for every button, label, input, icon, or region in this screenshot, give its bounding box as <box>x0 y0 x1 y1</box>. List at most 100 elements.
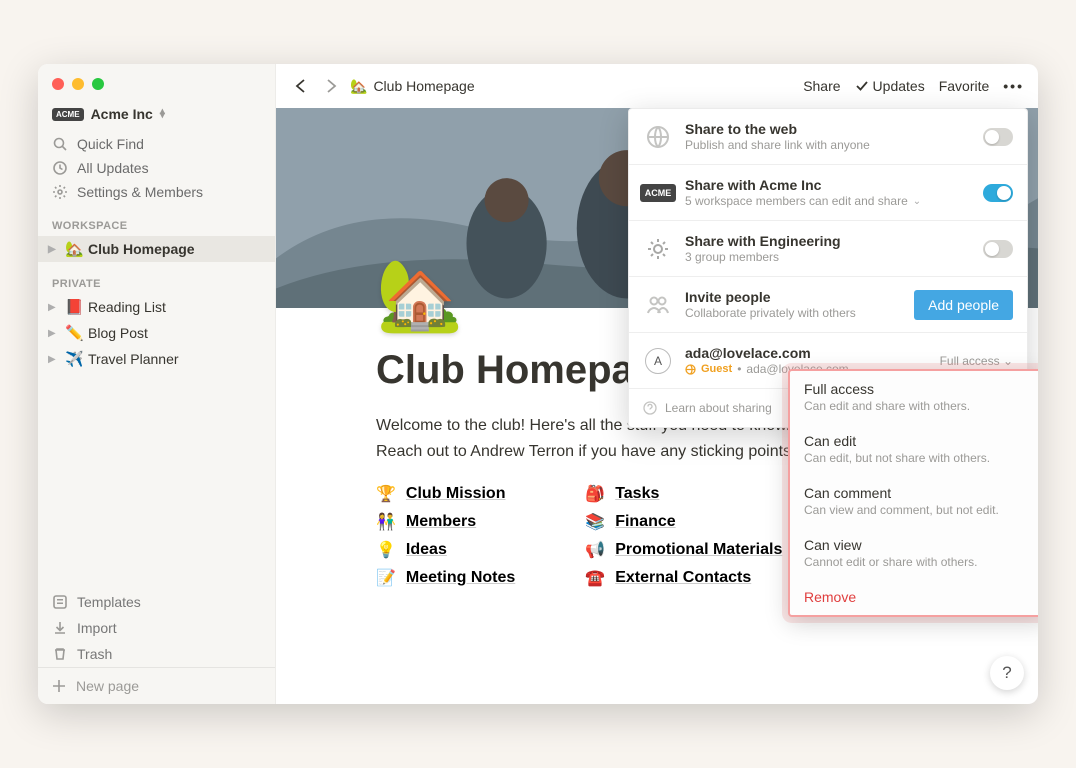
chevron-updown-icon: ▴▾ <box>160 110 165 118</box>
chevron-right-icon[interactable]: ▶ <box>48 302 60 313</box>
page-link-meeting-notes[interactable]: 📝Meeting Notes <box>376 568 515 588</box>
minimize-window-icon[interactable] <box>72 78 84 90</box>
share-row-sub[interactable]: 5 workspace members can edit and share ⌄ <box>685 194 971 208</box>
plus-icon <box>52 679 66 693</box>
link-label: Promotional Materials <box>615 541 782 559</box>
page-emoji-icon: 📕 <box>65 298 83 316</box>
favorite-button[interactable]: Favorite <box>939 78 990 94</box>
link-label: Meeting Notes <box>406 569 515 587</box>
link-emoji-icon: 👫 <box>376 512 396 532</box>
page-link-members[interactable]: 👫 Members <box>376 512 515 532</box>
share-row-title: Share with Engineering <box>685 233 971 249</box>
new-page-button[interactable]: New page <box>38 667 275 704</box>
page-label: Travel Planner <box>88 351 179 367</box>
nav-back-button[interactable] <box>290 75 312 97</box>
sidebar-item-label: Quick Find <box>77 136 144 152</box>
sidebar: ACME Acme Inc ▴▾ Quick Find All Updates … <box>38 64 276 704</box>
sidebar-templates[interactable]: Templates <box>38 589 275 615</box>
app-window: ACME Acme Inc ▴▾ Quick Find All Updates … <box>38 64 1038 704</box>
sidebar-settings[interactable]: Settings & Members <box>38 180 275 204</box>
workspace-name: Acme Inc <box>91 106 153 122</box>
workspace-switcher[interactable]: ACME Acme Inc ▴▾ <box>38 104 275 132</box>
access-option-remove[interactable]: Remove <box>790 579 1038 615</box>
page-link-promotional-materials[interactable]: 📢 Promotional Materials <box>585 540 782 560</box>
link-label: Members <box>406 513 476 531</box>
share-row-title: Invite people <box>685 289 902 305</box>
access-option-can-comment[interactable]: Can comment Can view and comment, but no… <box>790 475 1038 527</box>
help-button[interactable]: ? <box>990 656 1024 690</box>
sidebar-item-label: Trash <box>77 646 112 662</box>
sidebar-trash[interactable]: Trash <box>38 641 275 667</box>
breadcrumb-label: Club Homepage <box>373 78 474 94</box>
link-label: Tasks <box>615 485 659 503</box>
topbar: 🏡 Club Homepage Share Updates Favorite •… <box>276 64 1038 108</box>
share-row-sub: Publish and share link with anyone <box>685 138 971 152</box>
page-label: Blog Post <box>88 325 148 341</box>
share-group-toggle[interactable] <box>983 240 1013 258</box>
sidebar-item-label: Import <box>77 620 117 636</box>
sidebar-footer: Templates Import Trash New page <box>38 589 275 704</box>
nav-forward-button[interactable] <box>320 75 342 97</box>
page-row-blog-post[interactable]: ▶ ✏️ Blog Post <box>38 320 275 346</box>
page-emoji-icon: 🏡 <box>65 240 83 258</box>
link-label: Club Mission <box>406 485 506 503</box>
page-label: Club Homepage <box>88 241 195 257</box>
new-page-label: New page <box>76 678 139 694</box>
share-row-sub: Collaborate privately with others <box>685 306 902 320</box>
workspace-icon: ACME <box>643 178 673 208</box>
workspace-icon: ACME <box>52 108 84 121</box>
main-area: 🏡 Club Homepage Share Updates Favorite •… <box>276 64 1038 704</box>
updates-button[interactable]: Updates <box>855 78 925 94</box>
clock-icon <box>52 160 68 176</box>
share-to-web-toggle[interactable] <box>983 128 1013 146</box>
page-emoji-icon: ✈️ <box>65 350 83 368</box>
share-workspace-toggle[interactable] <box>983 184 1013 202</box>
add-people-button[interactable]: Add people <box>914 290 1013 320</box>
access-option-sub: Can view and comment, but not edit. <box>804 503 1032 517</box>
access-option-title: Full access <box>804 381 1032 397</box>
access-option-can-view[interactable]: Can view Cannot edit or share with other… <box>790 527 1038 579</box>
sidebar-all-updates[interactable]: All Updates <box>38 156 275 180</box>
sidebar-item-label: Settings & Members <box>77 184 203 200</box>
page-row-club-homepage[interactable]: ▶ 🏡 Club Homepage <box>38 236 275 262</box>
sidebar-import[interactable]: Import <box>38 615 275 641</box>
link-emoji-icon: 🏆 <box>376 484 396 504</box>
link-emoji-icon: 📢 <box>585 540 605 560</box>
page-emoji-icon: ✏️ <box>65 324 83 342</box>
globe-icon <box>643 122 673 152</box>
gear-icon <box>643 234 673 264</box>
page-link-club-mission[interactable]: 🏆 Club Mission <box>376 484 515 504</box>
close-window-icon[interactable] <box>52 78 64 90</box>
chevron-right-icon[interactable]: ▶ <box>48 244 60 255</box>
sidebar-quick-find[interactable]: Quick Find <box>38 132 275 156</box>
page-link-finance[interactable]: 📚Finance <box>585 512 782 532</box>
help-icon <box>643 401 657 415</box>
breadcrumb[interactable]: 🏡 Club Homepage <box>350 78 475 95</box>
share-button[interactable]: Share <box>803 78 840 94</box>
page-row-travel-planner[interactable]: ▶ ✈️ Travel Planner <box>38 346 275 372</box>
page-link-tasks[interactable]: 🎒 Tasks <box>585 484 782 504</box>
chevron-right-icon[interactable]: ▶ <box>48 354 60 365</box>
access-option-can-edit[interactable]: Can edit Can edit, but not share with ot… <box>790 423 1038 475</box>
sidebar-item-label: Templates <box>77 594 141 610</box>
page-link-external-contacts[interactable]: ☎️External Contacts <box>585 568 782 588</box>
maximize-window-icon[interactable] <box>92 78 104 90</box>
people-icon <box>643 290 673 320</box>
share-group-row: Share with Engineering 3 group members <box>629 221 1027 277</box>
invite-people-row: Invite people Collaborate privately with… <box>629 277 1027 333</box>
sidebar-section-workspace: WORKSPACE <box>38 204 275 236</box>
page-link-ideas[interactable]: 💡Ideas <box>376 540 515 560</box>
topbar-actions: Share Updates Favorite ••• <box>803 78 1024 94</box>
more-menu-button[interactable]: ••• <box>1003 78 1024 94</box>
chevron-right-icon[interactable]: ▶ <box>48 328 60 339</box>
sidebar-item-label: All Updates <box>77 160 149 176</box>
guest-access-dropdown[interactable]: Full access ⌄ <box>940 354 1013 368</box>
check-icon <box>855 79 869 93</box>
body-line: Reach out to Andrew Terron if you have a… <box>376 443 796 460</box>
gear-icon <box>52 184 68 200</box>
access-option-full-access[interactable]: Full access Can edit and share with othe… <box>790 371 1038 423</box>
page-row-reading-list[interactable]: ▶ 📕 Reading List <box>38 294 275 320</box>
access-option-sub: Can edit and share with others. <box>804 399 1032 413</box>
access-level-menu: Full access Can edit and share with othe… <box>788 369 1038 617</box>
link-emoji-icon: 🎒 <box>585 484 605 504</box>
